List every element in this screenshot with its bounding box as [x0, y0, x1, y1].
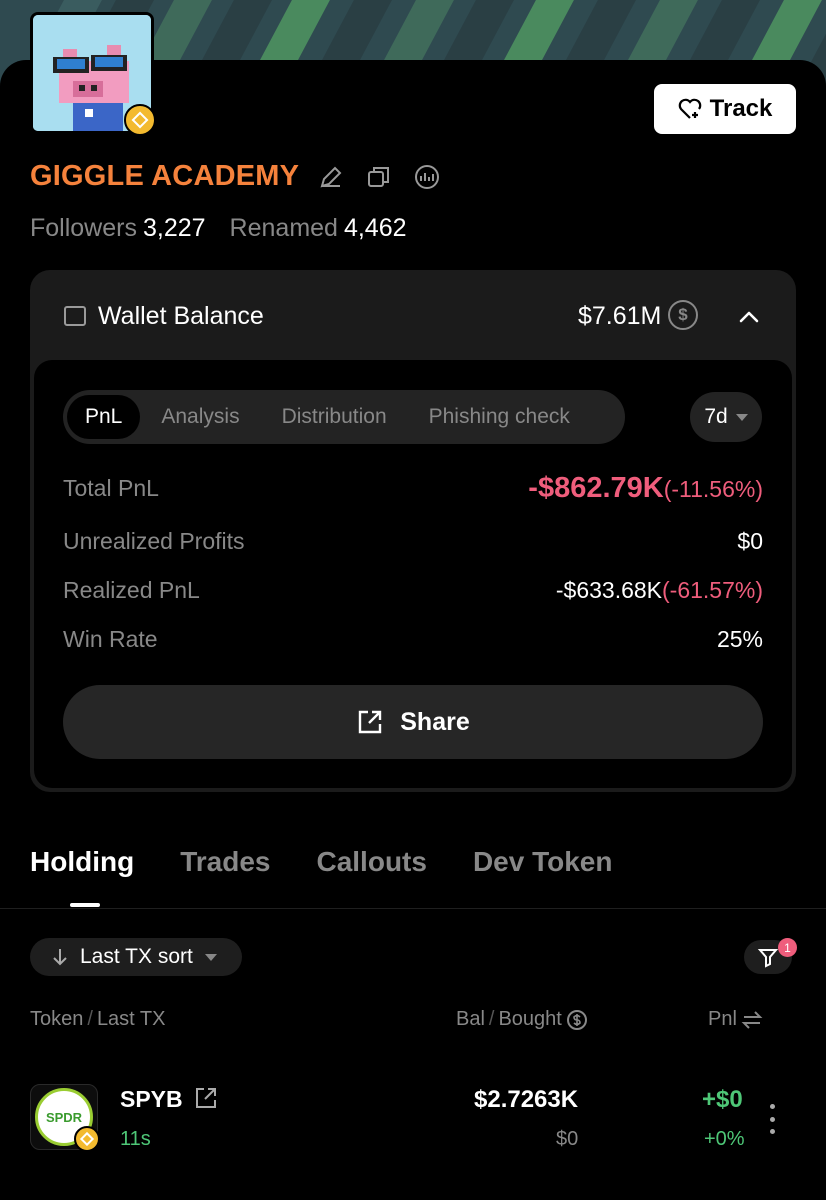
column-header-balance: Bal / Bought	[456, 1008, 588, 1031]
wallet-card: Wallet Balance $7.61M $ PnL Analysis Dis…	[30, 270, 796, 792]
filter-count-badge: 1	[778, 938, 797, 957]
win-rate-label: Win Rate	[63, 626, 158, 652]
filter-funnel-icon	[757, 949, 779, 968]
pnl-panel: PnL Analysis Distribution Phishing check…	[34, 360, 792, 788]
followers-label: Followers	[30, 214, 137, 242]
share-external-icon	[359, 710, 382, 734]
col-bought-label[interactable]: Bought	[498, 1008, 561, 1031]
token-pnl: +$0	[702, 1086, 743, 1113]
tab-dev-token[interactable]: Dev Token	[473, 846, 613, 878]
caret-down-icon	[735, 413, 748, 421]
divider	[0, 908, 826, 909]
heart-plus-icon	[678, 98, 701, 119]
column-header-token: Token / Last TX	[30, 1008, 166, 1031]
copy-icon[interactable]	[366, 164, 392, 190]
wallet-icon	[64, 306, 86, 326]
renamed-count: 4,462	[343, 214, 407, 242]
period-value: 7d	[704, 405, 728, 428]
realized-pnl-value: -$633.68K	[555, 577, 663, 603]
realized-pnl-label: Realized PnL	[63, 577, 200, 603]
swap-arrows-icon[interactable]	[741, 1009, 763, 1031]
win-rate-value: 25%	[716, 626, 763, 652]
caret-down-icon	[204, 953, 217, 961]
tab-callouts[interactable]: Callouts	[316, 846, 426, 878]
chart-link-icon[interactable]	[414, 164, 440, 190]
tab-holding[interactable]: Holding	[30, 846, 134, 878]
followers-stat: Followers 3,227	[30, 214, 206, 243]
col-bal-label[interactable]: Bal	[456, 1008, 485, 1031]
currency-coin-icon[interactable]	[566, 1009, 588, 1031]
share-label: Share	[400, 707, 470, 736]
token-balance: $2.7263K	[474, 1086, 579, 1113]
period-select[interactable]: 7d	[690, 392, 762, 442]
external-link-icon[interactable]	[194, 1086, 218, 1110]
realized-pnl-row: Realized PnL -$633.68K(-61.57%)	[63, 577, 763, 604]
tab-pnl[interactable]: PnL	[67, 395, 141, 439]
bnb-chain-badge-icon	[124, 104, 156, 136]
pnl-tab-bar: PnL Analysis Distribution Phishing check	[63, 390, 625, 444]
total-pnl-label: Total PnL	[63, 475, 159, 501]
edit-icon[interactable]	[318, 164, 344, 190]
tab-phishing-check[interactable]: Phishing check	[408, 395, 591, 439]
col-last-tx-label[interactable]: Last TX	[97, 1008, 166, 1031]
total-pnl-row: Total PnL -$862.79K(-11.56%)	[63, 472, 763, 505]
column-header-pnl: Pnl	[708, 1008, 763, 1031]
realized-pnl-percent: (-61.57%)	[662, 577, 763, 603]
win-rate-row: Win Rate 25%	[63, 626, 763, 653]
col-sep: /	[488, 1008, 495, 1030]
col-token-label: Token	[30, 1008, 84, 1030]
active-tab-indicator	[70, 903, 100, 907]
token-name[interactable]: SPYB	[120, 1086, 183, 1113]
track-button[interactable]: Track	[654, 84, 796, 134]
wallet-balance-title: Wallet Balance	[98, 302, 264, 330]
token-pnl-percent: +0%	[704, 1128, 745, 1150]
unrealized-profits-label: Unrealized Profits	[63, 528, 245, 554]
renamed-label: Renamed	[229, 214, 338, 242]
followers-count: 3,227	[142, 214, 206, 242]
currency-coin-icon[interactable]: $	[668, 300, 698, 330]
token-last-tx-time: 11s	[120, 1128, 151, 1150]
unrealized-profits-row: Unrealized Profits $0	[63, 528, 763, 555]
sort-dropdown[interactable]: Last TX sort	[30, 938, 242, 976]
col-pnl-label[interactable]: Pnl	[708, 1008, 737, 1031]
share-button[interactable]: Share	[63, 685, 763, 759]
unrealized-profits-value: $0	[737, 528, 763, 554]
chevron-up-icon[interactable]	[738, 306, 760, 328]
total-pnl-percent: (-11.56%)	[663, 476, 763, 502]
arrow-down-icon	[53, 949, 67, 966]
tab-analysis[interactable]: Analysis	[140, 395, 260, 439]
token-bought: $0	[556, 1128, 579, 1150]
bnb-chain-badge-icon	[74, 1126, 100, 1152]
track-label: Track	[709, 95, 773, 122]
col-sep: /	[87, 1008, 93, 1030]
total-pnl-value: -$862.79K	[528, 472, 664, 504]
tab-trades[interactable]: Trades	[180, 846, 270, 878]
wallet-balance-header[interactable]: Wallet Balance $7.61M $	[30, 270, 796, 360]
sort-label: Last TX sort	[80, 945, 193, 968]
main-tab-bar: Holding Trades Callouts Dev Token	[30, 846, 612, 878]
wallet-name: GIGGLE ACADEMY	[30, 160, 300, 192]
tab-distribution[interactable]: Distribution	[261, 395, 408, 439]
more-options-icon[interactable]	[770, 1104, 776, 1134]
wallet-balance-value: $7.61M	[578, 302, 662, 330]
profile-stats: Followers 3,227 Renamed 4,462	[30, 214, 407, 243]
renamed-stat: Renamed 4,462	[230, 214, 407, 243]
